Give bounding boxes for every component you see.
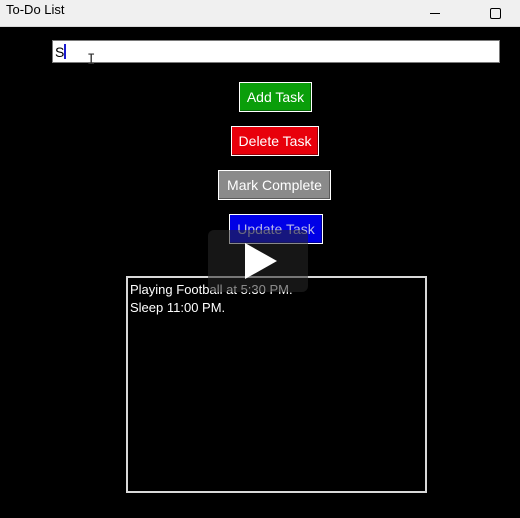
ibeam-cursor-icon: I — [87, 52, 96, 68]
title-bar: To-Do List — [0, 0, 520, 27]
maximize-button[interactable] — [472, 0, 518, 26]
app-content: S I Add Task Delete Task Mark Complete U… — [0, 27, 520, 518]
minimize-button[interactable] — [412, 0, 458, 26]
mark-complete-button[interactable]: Mark Complete — [218, 170, 331, 200]
text-caret — [64, 44, 67, 59]
delete-task-button[interactable]: Delete Task — [231, 126, 319, 156]
video-play-button[interactable] — [208, 230, 308, 292]
task-list[interactable]: Playing Football at 5:30 PM. Sleep 11:00… — [126, 276, 427, 493]
minimize-icon — [430, 12, 440, 14]
task-input[interactable]: S — [52, 40, 500, 63]
add-task-button[interactable]: Add Task — [239, 82, 312, 112]
window-title: To-Do List — [6, 2, 65, 17]
play-icon — [245, 243, 277, 279]
maximize-icon — [489, 7, 501, 19]
list-item[interactable]: Sleep 11:00 PM. — [128, 299, 425, 317]
task-input-value: S — [55, 43, 65, 60]
